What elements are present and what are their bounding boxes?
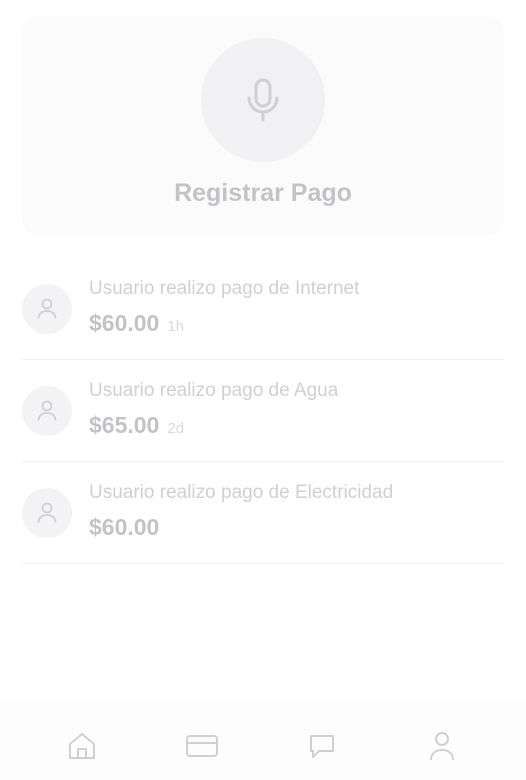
nav-profile[interactable] (420, 724, 464, 768)
payment-amount: $60.00 (89, 514, 160, 540)
payment-amount: $60.00 (89, 310, 160, 336)
microphone-icon (247, 78, 279, 122)
list-item[interactable]: Usuario realizo pago de Internet $60.00 1… (22, 258, 504, 360)
bottom-navigation (0, 700, 526, 780)
nav-cards[interactable] (180, 724, 224, 768)
register-payment-card[interactable]: Registrar Pago (22, 16, 504, 236)
payment-description: Usuario realizo pago de Electricidad (89, 482, 394, 503)
nav-home[interactable] (60, 724, 104, 768)
avatar (22, 284, 72, 334)
user-icon (37, 400, 57, 421)
microphone-button[interactable] (201, 38, 325, 162)
chat-icon (310, 735, 334, 758)
payment-time: 1h (167, 318, 185, 335)
user-icon (37, 298, 57, 319)
user-icon (37, 502, 57, 523)
avatar (22, 386, 72, 436)
profile-icon (430, 732, 454, 761)
register-payment-title: Registrar Pago (174, 179, 352, 207)
payment-amount-line: $60.00 1h (89, 310, 184, 337)
nav-messages[interactable] (300, 724, 344, 768)
list-item[interactable]: Usuario realizo pago de Agua $65.00 2d (22, 360, 504, 462)
payment-list: Usuario realizo pago de Internet $60.00 1… (22, 258, 504, 564)
payment-description: Usuario realizo pago de Agua (89, 380, 339, 401)
home-icon (69, 733, 95, 759)
payment-description: Usuario realizo pago de Internet (89, 278, 360, 299)
payment-time: 2d (167, 420, 185, 437)
payment-amount: $65.00 (89, 412, 160, 438)
payment-amount-line: $60.00 (89, 514, 167, 541)
avatar (22, 488, 72, 538)
list-item[interactable]: Usuario realizo pago de Electricidad $60… (22, 462, 504, 564)
card-icon (186, 735, 218, 757)
payment-amount-line: $65.00 2d (89, 412, 184, 439)
app-screen: Registrar Pago Usuario realizo pago de I… (0, 0, 526, 780)
